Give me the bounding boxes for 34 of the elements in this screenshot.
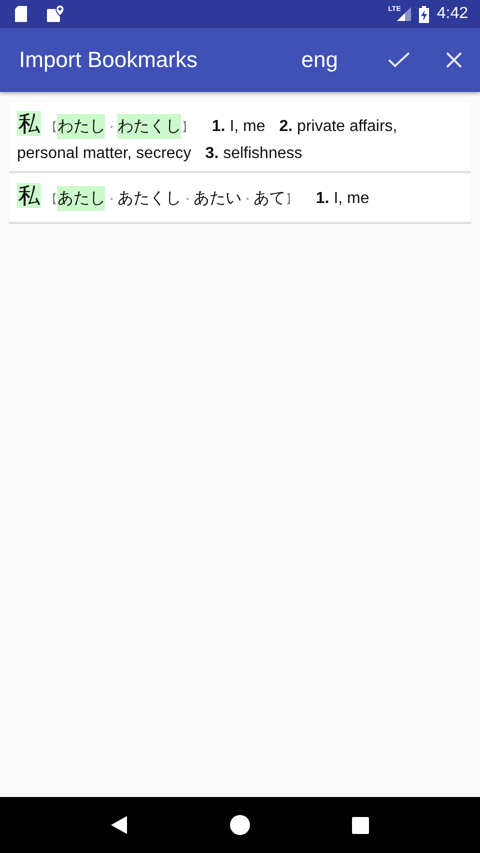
toolbar-title: Import Bookmarks bbox=[19, 47, 198, 73]
sense-text: 3. selfishness bbox=[205, 145, 302, 162]
reading: あたい bbox=[193, 189, 242, 209]
kanji: 私 bbox=[17, 111, 41, 136]
kanji: 私 bbox=[17, 183, 41, 208]
sense-text: personal matter, secrecy bbox=[17, 145, 192, 162]
sense-text: 1. I, me bbox=[316, 190, 370, 207]
bracket: 【 bbox=[45, 192, 58, 206]
battery-charging-icon bbox=[418, 6, 429, 22]
separator: ・ bbox=[105, 192, 118, 206]
home-icon[interactable] bbox=[230, 815, 250, 835]
sd-card-icon bbox=[14, 6, 28, 22]
map-pin-icon bbox=[47, 5, 65, 23]
reading: あたし bbox=[57, 186, 106, 211]
bookmark-entry[interactable]: 私 【あたし・あたくし・あたい・あて】 1. I, me bbox=[9, 174, 471, 224]
language-button[interactable]: eng bbox=[301, 47, 338, 73]
bracket: 】 bbox=[285, 192, 298, 206]
reading: あたくし bbox=[117, 189, 182, 209]
bracket: 【 bbox=[45, 120, 58, 134]
reading: わたし bbox=[57, 114, 106, 139]
recents-icon[interactable] bbox=[352, 816, 370, 834]
separator: ・ bbox=[105, 120, 118, 134]
checkmark-icon[interactable] bbox=[388, 52, 410, 68]
reading: わたくし bbox=[117, 114, 182, 139]
reading: あて bbox=[253, 189, 286, 209]
bookmark-entry[interactable]: 私 【わたし・わたくし】 1. I, me 2. private affairs, personal matter, secrecy 3. selfishness bbox=[9, 102, 471, 173]
clock: 4:42 bbox=[436, 5, 468, 23]
sense-text: 2. private affairs, bbox=[279, 118, 398, 135]
close-icon[interactable] bbox=[446, 52, 462, 68]
sense-text: 1. I, me bbox=[212, 118, 266, 135]
back-icon[interactable] bbox=[110, 816, 129, 834]
bracket: 】 bbox=[181, 120, 194, 134]
separator: ・ bbox=[241, 192, 254, 206]
separator: ・ bbox=[181, 192, 194, 206]
